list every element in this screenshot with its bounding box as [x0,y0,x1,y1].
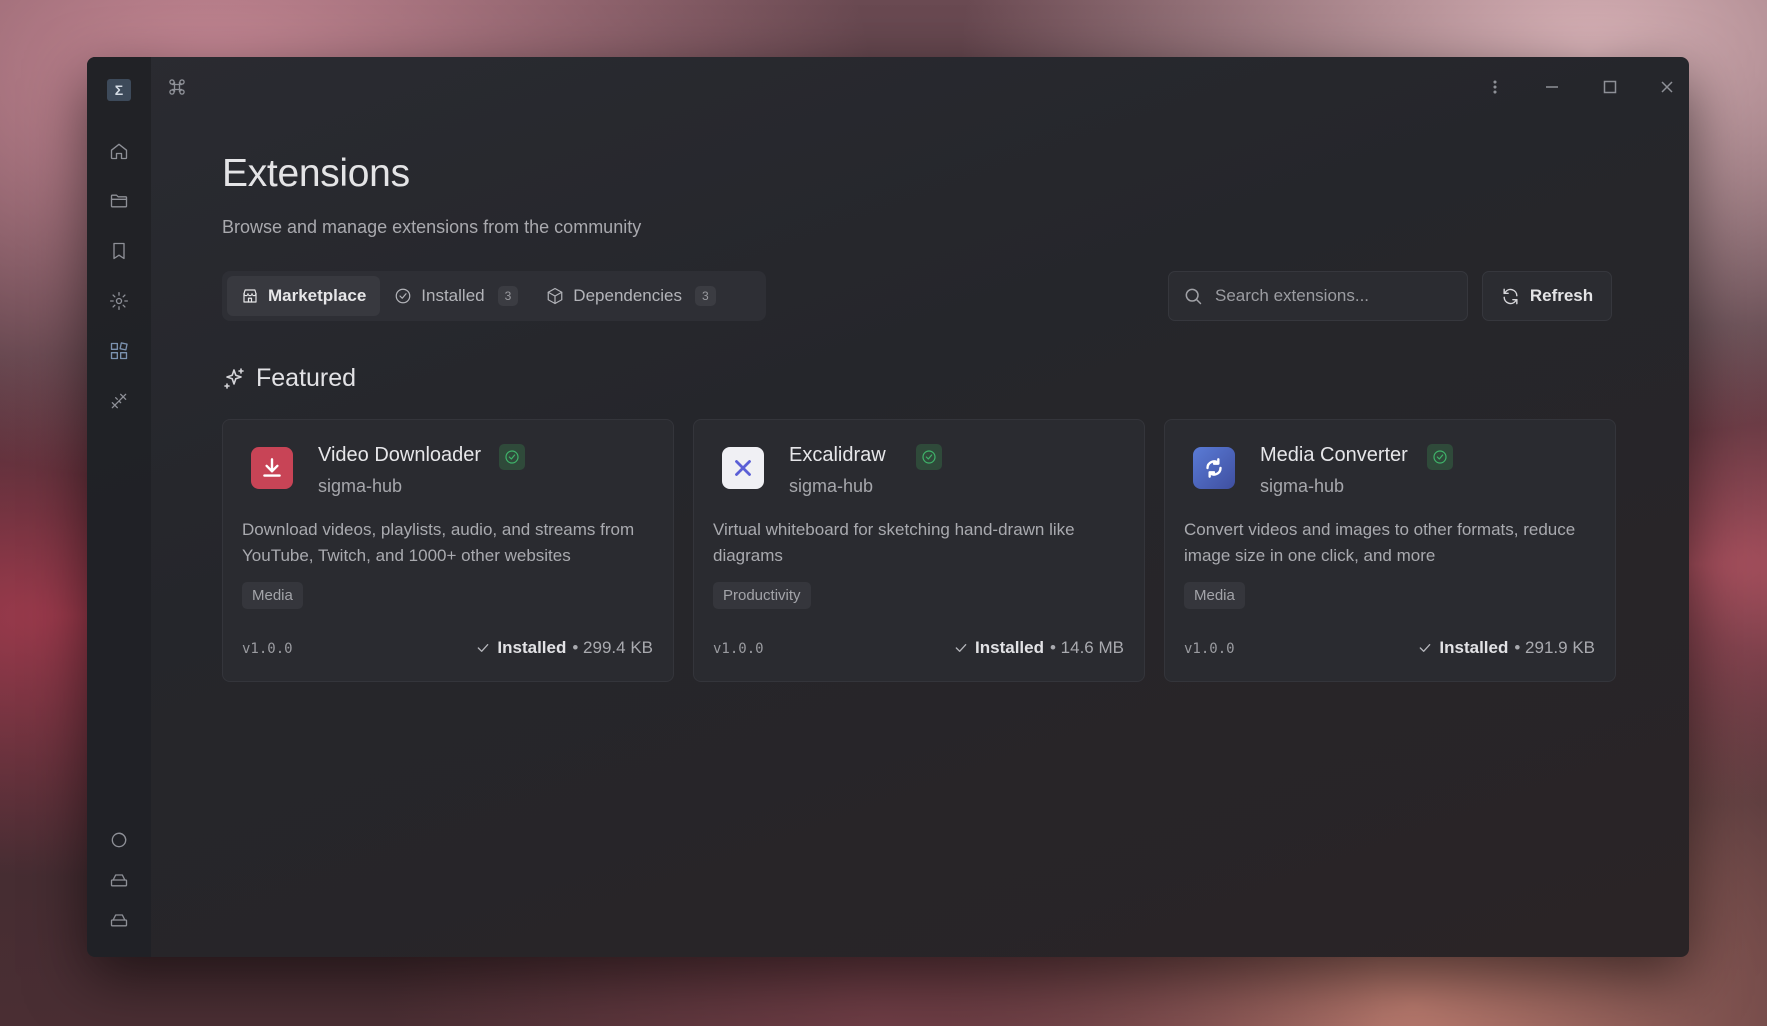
bookmark-icon[interactable] [107,239,131,263]
folder-icon[interactable] [107,189,131,213]
gear-icon[interactable] [107,289,131,313]
search-icon [1185,288,1202,305]
extension-author: sigma-hub [318,476,403,496]
tab-label: Installed [421,286,485,305]
sparkles-icon [224,367,244,389]
tab-dependencies[interactable]: Dependencies 3 [532,276,729,316]
extensions-icon[interactable] [107,339,131,363]
file-size: • 14.6 MB [1050,638,1124,657]
minimize-icon[interactable] [1539,74,1565,100]
extension-name: Video Downloader [318,444,482,466]
check-icon [478,644,489,652]
check-icon [1420,644,1431,652]
install-status: Installed • 291.9 KB [1417,638,1595,658]
install-status: Installed • 14.6 MB [953,638,1124,658]
refresh-icon [1503,288,1518,304]
tools-icon[interactable] [107,389,131,413]
drive-icon[interactable] [107,868,131,892]
search-box[interactable] [1168,271,1468,321]
refresh-button[interactable]: Refresh [1482,271,1612,321]
extension-version: v1.0.0 [1184,641,1235,657]
category-tag: Media [1184,582,1245,609]
sidebar: Σ [87,57,151,957]
home-icon[interactable] [107,139,131,163]
extension-author: sigma-hub [789,476,874,496]
tab-marketplace[interactable]: Marketplace [227,276,381,316]
extension-description: Virtual whiteboard for sketching hand-dr… [713,520,1075,565]
app-logo[interactable]: Σ [107,79,131,101]
check-circle-icon [395,288,411,304]
status-label: Installed [1439,638,1509,657]
verified-icon [1427,444,1453,470]
status-label: Installed [497,638,567,657]
extension-version: v1.0.0 [713,641,764,657]
drive-icon-2[interactable] [107,908,131,932]
more-options-icon[interactable] [1482,74,1508,100]
download-icon [251,447,293,489]
close-icon[interactable] [1654,74,1680,100]
excalidraw-icon [722,447,764,489]
page-title: Extensions [222,152,410,195]
refresh-label: Refresh [1529,286,1594,305]
tab-count-badge: 3 [695,286,716,306]
extension-author: sigma-hub [1260,476,1345,496]
command-icon[interactable] [165,75,189,99]
search-input[interactable] [1215,286,1445,306]
extension-card-media-converter[interactable]: Media Converter sigma-hub Convert videos… [1164,419,1616,682]
install-status: Installed • 299.4 KB [475,638,653,658]
maximize-icon[interactable] [1597,74,1623,100]
extension-name: Excalidraw [789,444,886,466]
extension-description: Convert videos and images to other forma… [1184,520,1576,565]
category-tag: Media [242,582,303,609]
extension-version: v1.0.0 [242,641,293,657]
convert-icon [1193,447,1235,489]
check-icon [955,644,967,652]
verified-icon [499,444,525,470]
verified-icon [916,444,942,470]
tab-installed[interactable]: Installed 3 [380,276,532,316]
extension-card-video-downloader[interactable]: Video Downloader sigma-hub Download vide… [222,419,674,682]
app-window: Σ Extensions Browse and manage extension… [87,57,1689,957]
status-label: Installed [975,638,1044,657]
store-icon [243,289,257,303]
tab-bar: Marketplace Installed 3 Dependencies 3 [222,271,766,321]
loader-icon[interactable] [107,828,131,852]
tab-count-badge: 3 [497,286,519,306]
file-size: • 291.9 KB [1514,638,1595,657]
extension-name: Media Converter [1260,444,1408,466]
category-tag: Productivity [713,582,811,609]
tab-label: Dependencies [573,286,682,305]
extension-description: Download videos, playlists, audio, and s… [242,520,635,565]
extension-card-excalidraw[interactable]: Excalidraw sigma-hub Virtual whiteboard … [693,419,1145,682]
page-subtitle: Browse and manage extensions from the co… [222,217,642,237]
package-icon [547,287,563,305]
featured-heading: Featured [222,364,356,393]
tab-label: Marketplace [268,286,367,305]
file-size: • 299.4 KB [572,638,653,657]
